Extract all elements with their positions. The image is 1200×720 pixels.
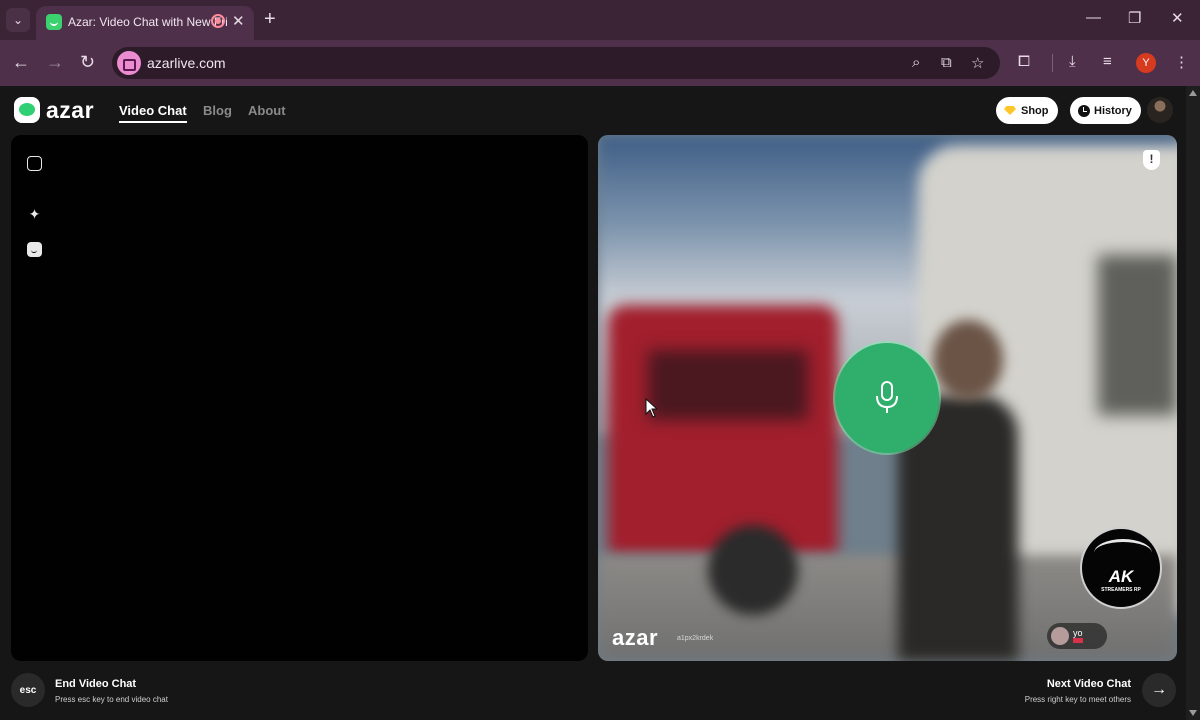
next-chat-button[interactable]: → — [1142, 673, 1176, 707]
browser-tab[interactable]: Azar: Video Chat with New Fri ✕ — [36, 6, 254, 40]
back-button[interactable]: ← — [12, 52, 30, 72]
toolbar-divider — [1052, 54, 1053, 72]
zoom-icon[interactable]: ⌕ — [912, 54, 920, 71]
shop-button[interactable]: Shop — [996, 97, 1058, 124]
video-watermark-logo: azar — [612, 625, 659, 650]
menu-kebab-icon[interactable]: ⋮ — [1174, 53, 1189, 71]
end-chat-hint: Press esc key to end video chat — [55, 695, 168, 704]
url-text: azarlive.com — [147, 55, 226, 71]
address-bar[interactable]: azarlive.com ⌕ ⧉ ☆ — [112, 47, 1000, 79]
peer-name: yo — [1073, 628, 1083, 638]
video-watermark-id: a1px2krdek — [677, 635, 714, 642]
page-scrollbar[interactable] — [1186, 86, 1200, 720]
browser-tab-bar: ⌄ Azar: Video Chat with New Fri ✕ + — ❐ … — [0, 0, 1200, 40]
bookmark-star-icon[interactable]: ☆ — [971, 54, 984, 72]
history-label: History — [1094, 104, 1132, 117]
video-blur-shape — [708, 525, 798, 615]
microphone-icon — [876, 381, 898, 413]
expand-icon[interactable] — [27, 156, 42, 171]
azar-favicon-icon — [46, 14, 62, 30]
page-content: azar Video Chat Blog About Shop History … — [0, 86, 1186, 720]
history-button[interactable]: History — [1070, 97, 1141, 124]
clock-icon — [1078, 104, 1090, 117]
camera-site-icon[interactable] — [117, 51, 141, 75]
end-chat-title: End Video Chat — [55, 678, 137, 690]
reload-button[interactable]: ↻ — [80, 52, 95, 72]
window-close-button[interactable]: ✕ — [1171, 9, 1184, 27]
media-control-icon[interactable]: ≡ — [1103, 53, 1112, 70]
minimize-button[interactable]: — — [1086, 9, 1101, 26]
microphone-button[interactable] — [835, 343, 939, 453]
next-chat-hint: Press right key to meet others — [1024, 695, 1131, 704]
logo-text: azar — [46, 97, 95, 123]
mouse-cursor-icon — [645, 398, 657, 418]
nav-about[interactable]: About — [248, 103, 286, 118]
user-avatar[interactable] — [1147, 97, 1173, 123]
end-chat-button[interactable]: esc — [11, 673, 45, 707]
recording-indicator-icon — [211, 14, 225, 28]
gem-icon — [1004, 106, 1016, 115]
install-app-icon[interactable]: ⧉ — [941, 54, 952, 71]
video-blur-shape — [648, 350, 808, 420]
peer-profile-chip[interactable]: yo — [1047, 623, 1107, 649]
eagle-wings-icon — [1094, 539, 1152, 567]
video-blur-shape — [933, 320, 1003, 400]
video-blur-shape — [1098, 255, 1177, 415]
emblem-text: AK — [1108, 567, 1134, 586]
maximize-button[interactable]: ❐ — [1128, 9, 1141, 27]
nav-video-chat[interactable]: Video Chat — [119, 103, 187, 123]
nav-blog[interactable]: Blog — [203, 103, 232, 118]
peer-flag-icon — [1073, 638, 1083, 643]
video-blur-shape — [608, 305, 838, 555]
next-chat-title: Next Video Chat — [1046, 678, 1131, 690]
streamer-emblem-logo: AK STREAMERS RP — [1080, 527, 1162, 609]
azar-logo-icon — [14, 97, 40, 123]
downloads-icon[interactable]: ⤓ — [1069, 53, 1076, 70]
sparkle-effects-icon[interactable]: ✦ — [27, 207, 42, 222]
forward-button[interactable]: → — [46, 52, 64, 72]
my-video-panel: ✦ — [11, 135, 588, 661]
tab-search-button[interactable]: ⌄ — [6, 8, 30, 32]
extensions-icon[interactable]: ⧠ — [1018, 53, 1030, 70]
tab-close-icon[interactable]: ✕ — [232, 12, 245, 30]
peer-avatar — [1051, 627, 1069, 645]
shop-label: Shop — [1021, 104, 1049, 117]
new-tab-button[interactable]: + — [264, 9, 276, 29]
face-filter-icon[interactable] — [27, 242, 42, 257]
emblem-subtext: STREAMERS RP — [1101, 587, 1141, 593]
scroll-up-arrow-icon[interactable] — [1189, 90, 1197, 96]
report-shield-icon[interactable]: ! — [1143, 150, 1160, 170]
browser-toolbar: ← → ↻ azarlive.com ⌕ ⧉ ☆ ⧠ ⤓ ≡ Y ⋮ — [0, 40, 1200, 86]
scroll-down-arrow-icon[interactable] — [1189, 710, 1197, 716]
profile-avatar[interactable]: Y — [1136, 53, 1156, 73]
